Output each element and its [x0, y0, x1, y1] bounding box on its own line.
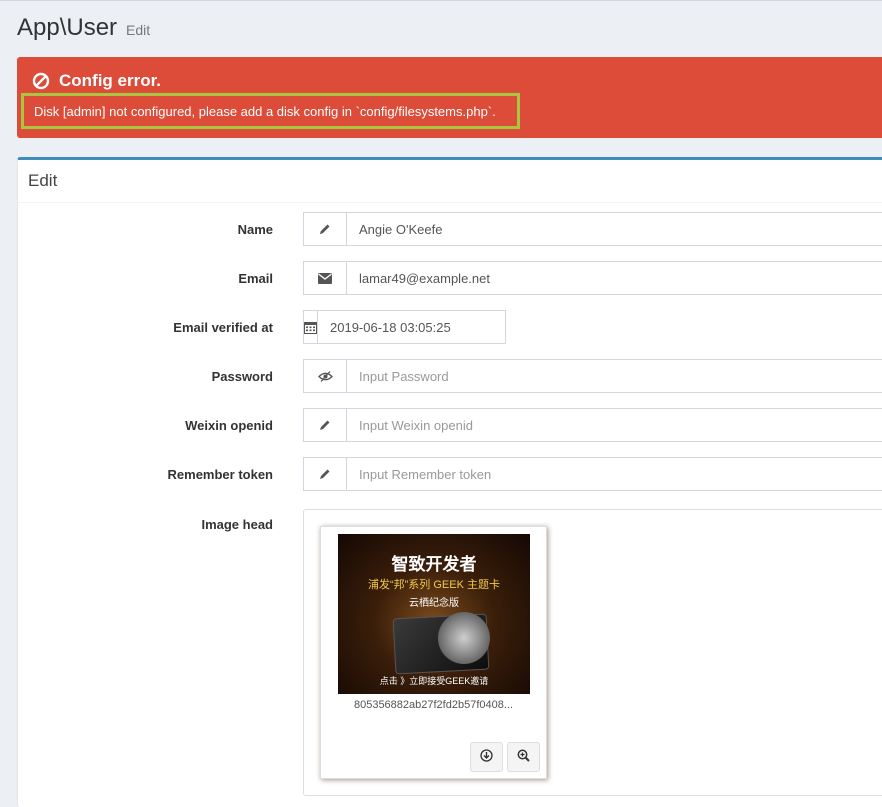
thumbnail-cta: 点击 》立即接受GEEK邀请	[379, 676, 489, 686]
thumbnail-headline: 智致开发者	[391, 555, 477, 574]
image-head-label: Image head	[201, 516, 273, 532]
pencil-icon	[304, 409, 347, 441]
email-input-group	[303, 261, 882, 295]
alert-message: Disk [admin] not configured, please add …	[21, 93, 520, 129]
weixin-openid-input[interactable]	[347, 409, 882, 441]
email-verified-at-input-group	[303, 310, 518, 344]
remember-token-input-group	[303, 457, 882, 491]
password-input[interactable]	[347, 360, 882, 392]
form-row-password: Password	[18, 359, 882, 393]
download-icon	[480, 749, 493, 765]
pencil-icon	[304, 458, 347, 490]
eye-slash-icon	[304, 360, 347, 392]
pencil-icon	[304, 213, 347, 245]
page-header: App\User Edit	[17, 14, 150, 42]
email-verified-at-input[interactable]	[318, 311, 518, 343]
thumbnail-logo	[438, 612, 490, 664]
password-label: Password	[211, 368, 273, 384]
form-row-email: Email	[18, 261, 882, 295]
image-upload-area[interactable]: 智致开发者 浦发“邦”系列 GEEK 主题卡 云栖纪念版 点击 》立即接受GEE…	[303, 509, 882, 796]
alert-title: Config error.	[59, 71, 162, 90]
form-row-image-head: Image head	[18, 514, 273, 534]
weixin-openid-input-group	[303, 408, 882, 442]
alert-heading: Config error.	[32, 71, 161, 91]
edit-form-box: Edit Name Email Email verified at	[17, 157, 882, 807]
download-button[interactable]	[470, 742, 503, 772]
remember-token-label: Remember token	[167, 466, 273, 482]
page-subtitle: Edit	[126, 22, 151, 38]
ban-icon	[32, 72, 50, 90]
email-verified-at-label: Email verified at	[173, 319, 273, 335]
email-input[interactable]	[347, 262, 882, 294]
name-input-group	[303, 212, 882, 246]
form-row-weixin-openid: Weixin openid	[18, 408, 882, 442]
name-input[interactable]	[347, 213, 882, 245]
form-row-name: Name	[18, 212, 882, 246]
zoom-in-icon	[517, 749, 530, 765]
file-name-caption: 805356882ab27f2fd2b57f0408...	[353, 699, 514, 711]
thumbnail-subline: 浦发“邦”系列 GEEK 主题卡	[367, 579, 500, 591]
envelope-icon	[304, 262, 347, 294]
form-row-email-verified-at: Email verified at	[18, 310, 882, 344]
page-title: App\User	[17, 14, 118, 41]
box-title: Edit	[28, 171, 58, 190]
thumbnail-edition: 云栖纪念版	[409, 598, 459, 609]
calendar-icon	[304, 311, 318, 343]
file-preview-frame: 智致开发者 浦发“邦”系列 GEEK 主题卡 云栖纪念版 点击 》立即接受GEE…	[320, 526, 547, 779]
form-row-remember-token: Remember token	[18, 457, 882, 491]
box-header: Edit	[18, 160, 882, 203]
remember-token-input[interactable]	[347, 458, 882, 490]
password-input-group	[303, 359, 882, 393]
weixin-openid-label: Weixin openid	[185, 417, 273, 433]
email-label: Email	[238, 270, 273, 286]
name-label: Name	[237, 221, 273, 237]
top-border	[0, 0, 882, 1]
zoom-in-button[interactable]	[507, 742, 540, 772]
image-thumbnail[interactable]: 智致开发者 浦发“邦”系列 GEEK 主题卡 云栖纪念版 点击 》立即接受GEE…	[338, 534, 530, 694]
config-error-alert: Config error. Disk [admin] not configure…	[17, 57, 882, 138]
